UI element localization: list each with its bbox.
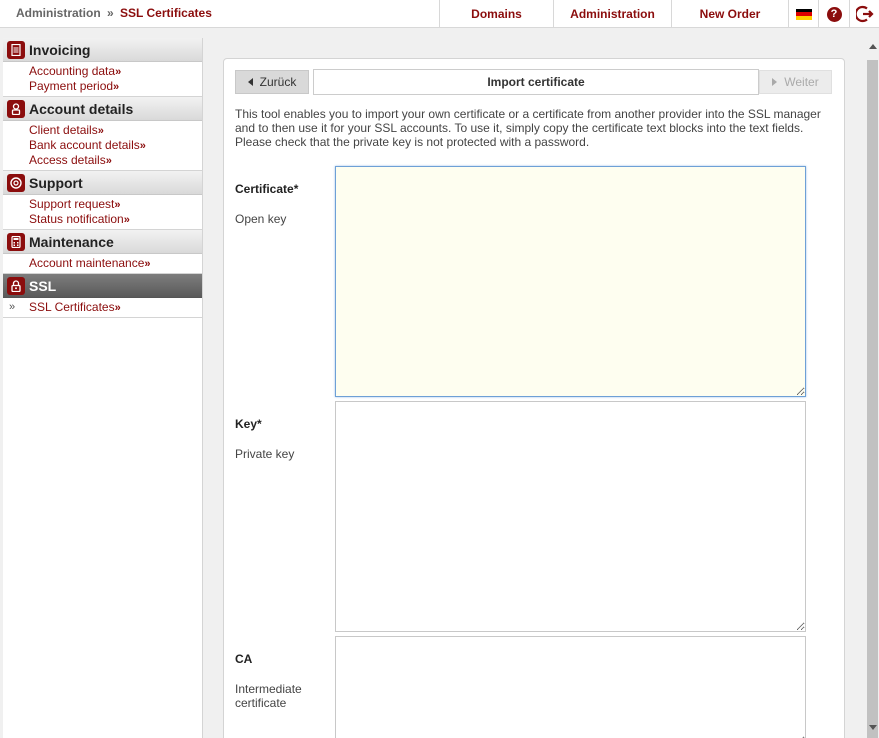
- user-icon: [7, 99, 25, 118]
- nav-administration[interactable]: Administration: [553, 0, 671, 28]
- sidebar-item-status-notification[interactable]: Status notification»: [29, 212, 202, 227]
- sidebar-item-client-details[interactable]: Client details»: [29, 123, 202, 138]
- sidebar-section-title: Account details: [29, 100, 134, 117]
- sidebar-section-maintenance[interactable]: Maintenance: [3, 230, 202, 254]
- sidebar-section-title: Maintenance: [29, 233, 114, 250]
- sidebar-item-ssl-certificates[interactable]: » SSL Certificates»: [9, 300, 202, 315]
- language-german-flag-icon[interactable]: [788, 0, 818, 28]
- sidebar-items-invoicing: Accounting data» Payment period»: [3, 62, 202, 97]
- sidebar-section-title: Support: [29, 174, 83, 191]
- sidebar: Invoicing Accounting data» Payment perio…: [3, 38, 203, 738]
- breadcrumb-root[interactable]: Administration: [16, 6, 101, 20]
- certificate-sublabel: Open key: [235, 212, 287, 226]
- main-panel: Zurück Import certificate Weiter This to…: [223, 58, 845, 738]
- lock-icon: [7, 276, 25, 295]
- sidebar-items-account-details: Client details» Bank account details» Ac…: [3, 121, 202, 171]
- ca-textarea[interactable]: [335, 636, 806, 738]
- help-button[interactable]: ?: [818, 0, 849, 28]
- ca-sublabel: Intermediate certificate: [235, 682, 302, 710]
- chevron-right-icon: [772, 78, 778, 86]
- sidebar-section-ssl[interactable]: SSL: [3, 274, 202, 298]
- breadcrumb-separator: »: [107, 6, 114, 20]
- sidebar-items-support: Support request» Status notification»: [3, 195, 202, 230]
- key-sublabel: Private key: [235, 447, 295, 461]
- logout-button[interactable]: [849, 0, 879, 28]
- chevron-left-icon: [247, 78, 253, 86]
- top-bar: Administration » SSL Certificates Domain…: [0, 0, 879, 28]
- next-button[interactable]: Weiter: [759, 70, 832, 94]
- nav-new-order[interactable]: New Order: [671, 0, 788, 28]
- description-text: This tool enables you to import your own…: [235, 107, 821, 149]
- sidebar-item-access-details[interactable]: Access details»: [29, 153, 202, 168]
- sidebar-items-maintenance: Account maintenance»: [3, 254, 202, 274]
- key-textarea[interactable]: [335, 401, 806, 632]
- sidebar-section-title: SSL: [29, 277, 57, 294]
- sidebar-section-account-details[interactable]: Account details: [3, 97, 202, 121]
- sidebar-item-support-request[interactable]: Support request»: [29, 197, 202, 212]
- sidebar-section-title: Invoicing: [29, 41, 91, 58]
- scroll-thumb[interactable]: [867, 60, 878, 738]
- back-button[interactable]: Zurück: [235, 70, 309, 94]
- sidebar-item-bank-account-details[interactable]: Bank account details»: [29, 138, 202, 153]
- sidebar-item-accounting-data[interactable]: Accounting data»: [29, 64, 202, 79]
- key-label: Key*: [235, 417, 262, 431]
- scroll-down-arrow-icon[interactable]: [869, 725, 877, 730]
- scroll-up-arrow-icon[interactable]: [869, 44, 877, 49]
- sidebar-item-account-maintenance[interactable]: Account maintenance»: [29, 256, 202, 271]
- sidebar-section-support[interactable]: Support: [3, 171, 202, 195]
- certificate-label: Certificate*: [235, 182, 299, 196]
- page-scrollbar[interactable]: [866, 38, 879, 738]
- breadcrumb: Administration » SSL Certificates: [16, 6, 212, 20]
- sidebar-items-ssl: » SSL Certificates»: [3, 298, 202, 318]
- sidebar-section-invoicing[interactable]: Invoicing: [3, 38, 202, 62]
- document-icon: [7, 40, 25, 59]
- current-item-bullet: »: [9, 301, 16, 313]
- calculator-icon: [7, 232, 25, 251]
- lifebuoy-icon: [7, 173, 25, 192]
- breadcrumb-current: SSL Certificates: [120, 6, 212, 20]
- nav-domains[interactable]: Domains: [439, 0, 553, 28]
- ca-label: CA: [235, 652, 253, 666]
- certificate-textarea[interactable]: [335, 166, 806, 397]
- help-icon: ?: [826, 6, 842, 22]
- german-flag-icon: [795, 8, 812, 20]
- step-title: Import certificate: [313, 69, 759, 95]
- logout-icon: [855, 5, 874, 23]
- sidebar-item-payment-period[interactable]: Payment period»: [29, 79, 202, 94]
